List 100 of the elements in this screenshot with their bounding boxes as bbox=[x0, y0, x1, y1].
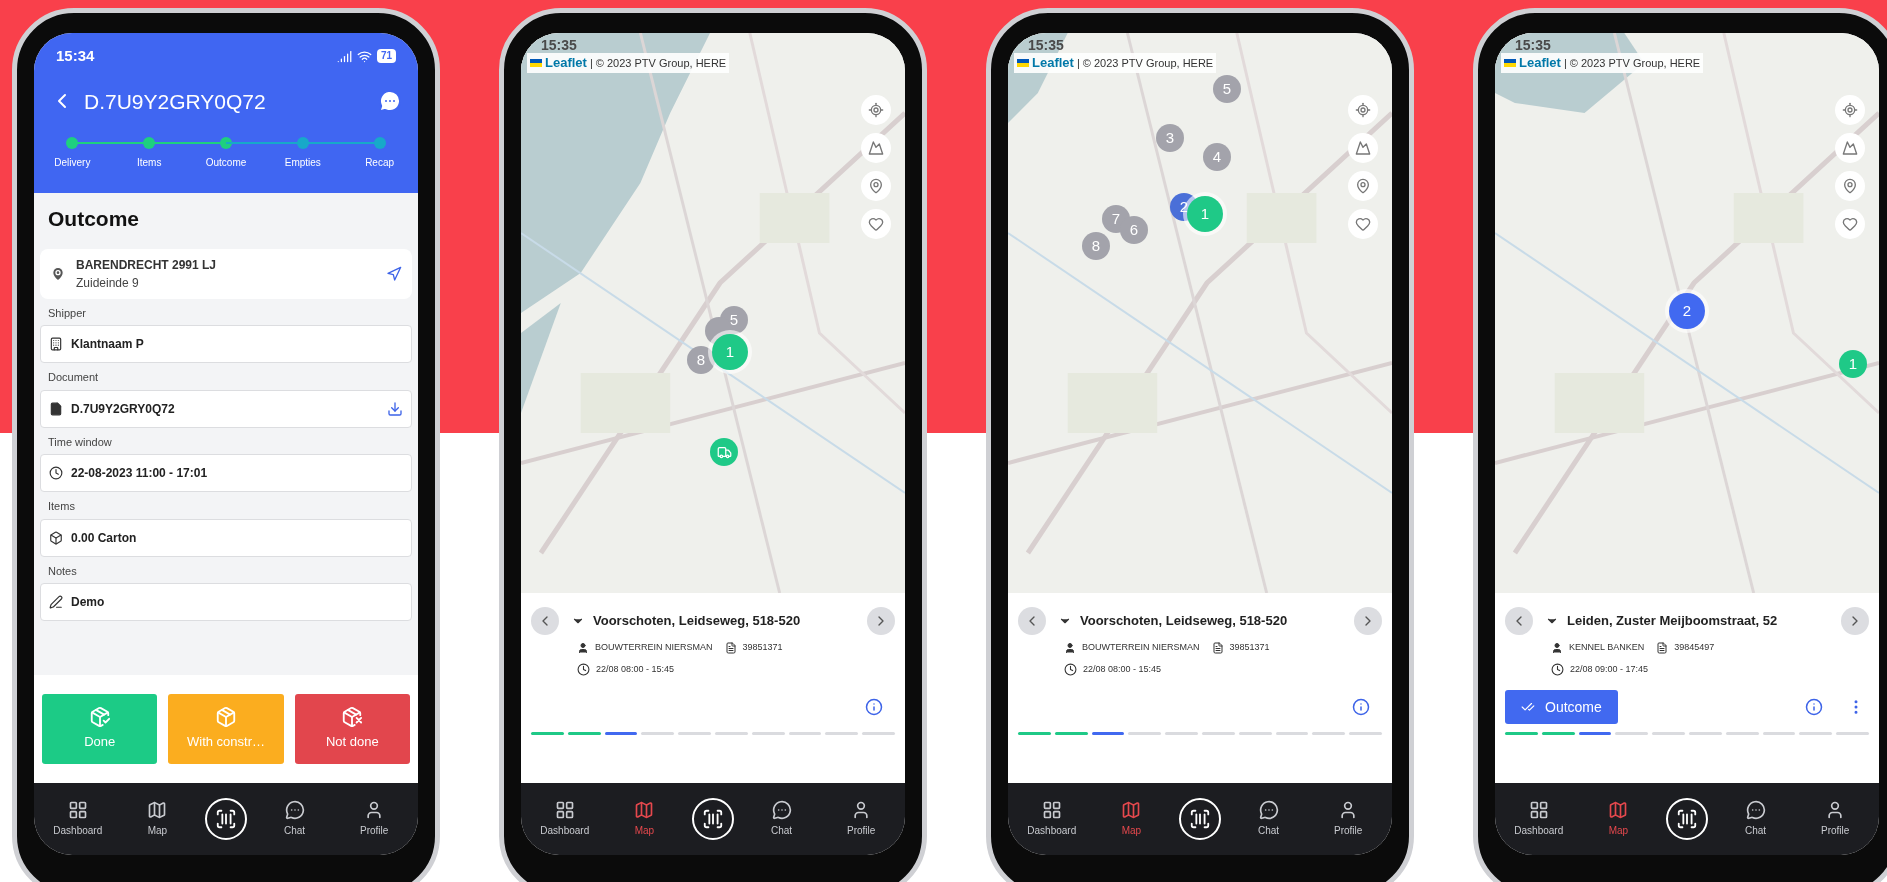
next-button[interactable] bbox=[1354, 607, 1382, 635]
time-window: 22/08 08:00 - 15:45 bbox=[596, 662, 675, 676]
clock-icon bbox=[49, 466, 63, 480]
double-check-icon bbox=[1521, 700, 1535, 714]
next-button[interactable] bbox=[867, 607, 895, 635]
previous-button[interactable] bbox=[1018, 607, 1046, 635]
locate-icon bbox=[1355, 102, 1371, 118]
info-icon[interactable] bbox=[1352, 698, 1370, 716]
download-icon[interactable] bbox=[387, 400, 403, 417]
nav-tab[interactable]: Chat bbox=[749, 800, 814, 838]
document-number: 39851371 bbox=[1229, 641, 1270, 654]
box-check-icon bbox=[88, 706, 111, 729]
barcode-scan-icon bbox=[1676, 808, 1698, 830]
field-label: Document bbox=[47, 370, 100, 385]
heart-icon bbox=[1355, 216, 1371, 232]
field-card: 0.00 Carton bbox=[40, 518, 412, 557]
nav-tab[interactable]: Dashboard bbox=[1019, 800, 1084, 838]
status-time: 15:35 bbox=[1515, 36, 1551, 55]
attribution-text: | © 2023 PTV Group, HERE bbox=[1563, 55, 1701, 71]
person-icon bbox=[1551, 641, 1563, 654]
step-label: Delivery bbox=[54, 156, 91, 170]
info-icon[interactable] bbox=[1805, 698, 1823, 716]
signal-icon bbox=[336, 48, 352, 64]
nav-tab[interactable]: Dashboard bbox=[45, 800, 110, 838]
file-icon bbox=[49, 401, 63, 416]
leaflet-link[interactable]: Leaflet bbox=[545, 53, 587, 73]
scan-button[interactable] bbox=[692, 798, 734, 840]
nav-tab[interactable]: Chat bbox=[1723, 800, 1788, 838]
next-button[interactable] bbox=[1841, 607, 1869, 635]
pdf-file-icon bbox=[1656, 641, 1669, 654]
previous-button[interactable] bbox=[531, 607, 559, 635]
grid-icon bbox=[554, 800, 575, 820]
pen-icon bbox=[49, 595, 63, 609]
step-label: Items bbox=[136, 156, 162, 170]
flag-icon bbox=[1504, 58, 1516, 67]
scan-button[interactable] bbox=[205, 798, 247, 840]
field-card: Klantnaam P bbox=[40, 325, 412, 363]
flag-icon bbox=[1017, 58, 1029, 67]
barcode-scan-icon bbox=[1189, 808, 1211, 830]
clock-icon bbox=[1064, 662, 1077, 676]
nav-tab[interactable]: Dashboard bbox=[532, 800, 597, 838]
address-street: Zuideinde 9 bbox=[76, 274, 140, 292]
previous-button[interactable] bbox=[1505, 607, 1533, 635]
clock-icon bbox=[1551, 662, 1564, 676]
nav-tab[interactable]: Chat bbox=[262, 800, 327, 838]
mountain-icon bbox=[1355, 140, 1371, 156]
map-icon bbox=[147, 800, 168, 820]
map-icon bbox=[1608, 800, 1629, 820]
wifi-icon bbox=[356, 48, 372, 64]
scan-button[interactable] bbox=[1666, 798, 1708, 840]
field-label: Time window bbox=[47, 434, 113, 450]
step-label: Empties bbox=[284, 156, 321, 170]
map-pin-icon bbox=[868, 178, 884, 194]
chat-bubble-icon bbox=[771, 800, 792, 820]
stop-title: Voorschoten, Leidseweg, 518-520 bbox=[593, 612, 802, 631]
locate-icon bbox=[868, 102, 884, 118]
pdf-file-icon bbox=[724, 641, 737, 654]
chat-bubble-icon bbox=[1258, 800, 1279, 820]
customer-name: BOUWTERREIN NIERSMAN bbox=[1082, 641, 1200, 654]
outcome-button[interactable]: Outcome bbox=[1505, 690, 1618, 724]
field-card: Demo bbox=[40, 583, 412, 621]
flag-icon bbox=[530, 58, 542, 67]
mountain-icon bbox=[1842, 140, 1858, 156]
leaflet-link[interactable]: Leaflet bbox=[1519, 53, 1561, 73]
leaflet-link[interactable]: Leaflet bbox=[1032, 53, 1074, 73]
barcode-scan-icon bbox=[215, 808, 237, 830]
nav-tab[interactable]: Profile bbox=[829, 800, 894, 838]
nav-tab[interactable]: Map bbox=[125, 800, 190, 838]
nav-tab[interactable]: Profile bbox=[342, 800, 407, 838]
nav-tab[interactable]: Profile bbox=[1803, 800, 1868, 838]
field-card: 22-08-2023 11:00 - 17:01 bbox=[40, 454, 412, 492]
attribution-text: | © 2023 PTV Group, HERE bbox=[1076, 55, 1214, 71]
building-icon bbox=[49, 337, 63, 351]
battery-indicator: 71 bbox=[376, 49, 396, 64]
section-heading: Outcome bbox=[47, 206, 140, 232]
field-label: Items bbox=[47, 499, 76, 514]
time-window: 22/08 08:00 - 15:45 bbox=[1083, 662, 1162, 676]
mountain-icon bbox=[868, 140, 884, 156]
nav-tab[interactable]: Map bbox=[612, 800, 677, 838]
field-card: D.7U9Y2GRY0Q72 bbox=[40, 389, 412, 428]
nav-tab[interactable]: Map bbox=[1099, 800, 1164, 838]
nav-tab[interactable]: Chat bbox=[1236, 800, 1301, 838]
heart-icon bbox=[868, 216, 884, 232]
box-icon bbox=[215, 706, 237, 729]
truck-icon bbox=[716, 444, 732, 460]
nav-tab[interactable]: Map bbox=[1586, 800, 1651, 838]
outcome-button[interactable]: Not done bbox=[294, 694, 410, 764]
navigate-icon[interactable] bbox=[386, 265, 402, 282]
customer-name: KENNEL BANKEN bbox=[1569, 641, 1645, 654]
scan-button[interactable] bbox=[1179, 798, 1221, 840]
attribution-text: | © 2023 PTV Group, HERE bbox=[589, 55, 727, 71]
nav-tab[interactable]: Dashboard bbox=[1506, 800, 1571, 838]
map-pin-icon bbox=[1355, 178, 1371, 194]
heart-icon bbox=[1842, 216, 1858, 232]
clock-icon bbox=[577, 662, 590, 676]
map-pin-icon bbox=[1842, 178, 1858, 194]
document-number: 39851371 bbox=[742, 641, 783, 654]
status-time: 15:34 bbox=[56, 46, 95, 66]
nav-tab[interactable]: Profile bbox=[1316, 800, 1381, 838]
info-icon[interactable] bbox=[865, 698, 883, 716]
